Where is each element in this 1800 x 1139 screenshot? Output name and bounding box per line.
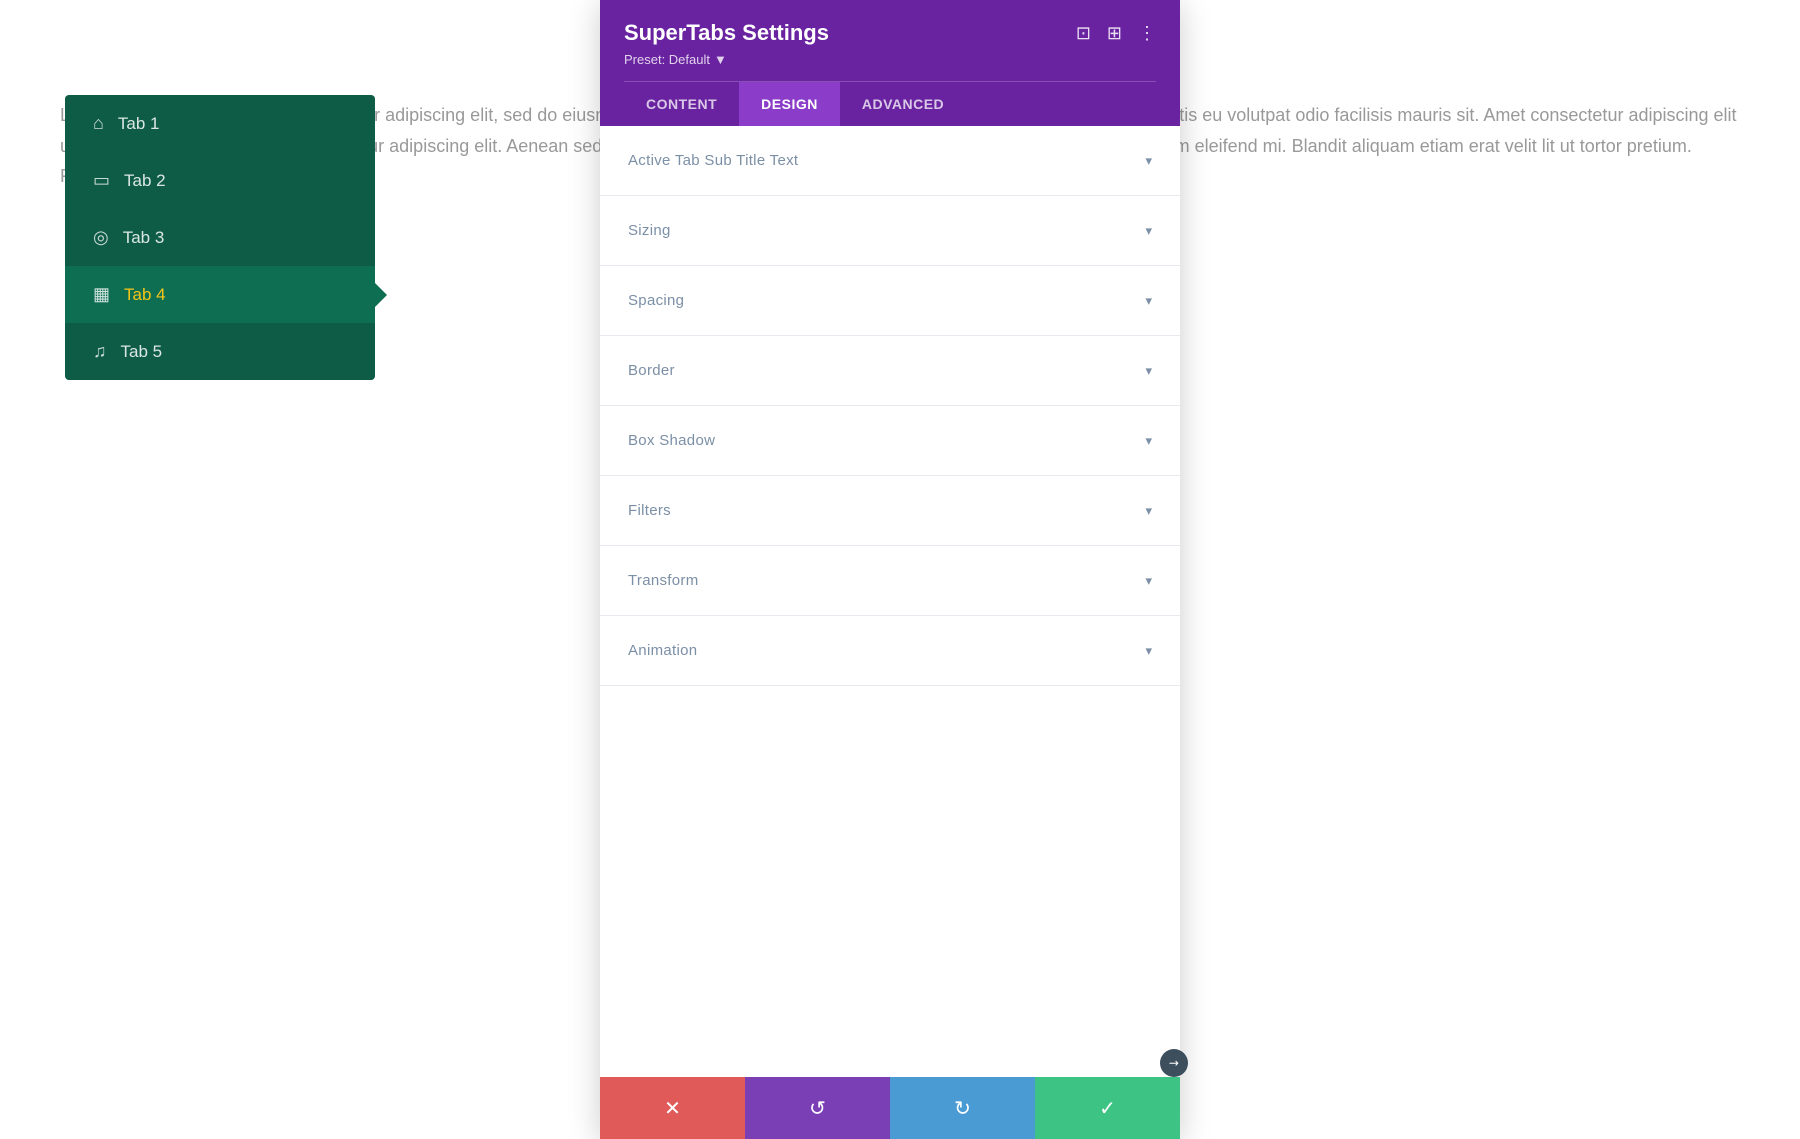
accordion-header-spacing[interactable]: Spacing ▾	[600, 266, 1180, 335]
undo-button[interactable]: ↺	[745, 1077, 890, 1139]
accordion-header-sizing[interactable]: Sizing ▾	[600, 196, 1180, 265]
accordion-label-sizing: Sizing	[628, 222, 671, 239]
layout-icon[interactable]: ⊞	[1107, 23, 1122, 44]
tab-design[interactable]: Design	[739, 82, 840, 126]
accordion-header-filters[interactable]: Filters ▾	[600, 476, 1180, 545]
accordion-animation: Animation ▾	[600, 616, 1180, 686]
save-icon: ✓	[1099, 1096, 1116, 1121]
accordion-label-spacing: Spacing	[628, 292, 684, 309]
accordion-box-shadow: Box Shadow ▾	[600, 406, 1180, 476]
panel-preset[interactable]: Preset: Default ▼	[624, 52, 1156, 67]
cancel-icon: ✕	[664, 1096, 681, 1121]
resize-handle[interactable]: ↗	[1160, 1049, 1188, 1077]
accordion-label-box-shadow: Box Shadow	[628, 432, 715, 449]
preset-label: Preset: Default	[624, 52, 710, 67]
accordion-header-active-tab-subtitle[interactable]: Active Tab Sub Title Text ▾	[600, 126, 1180, 195]
panel-content[interactable]: Active Tab Sub Title Text ▾ Sizing ▾ Spa…	[600, 126, 1180, 1077]
settings-panel: SuperTabs Settings ⊡ ⊞ ⋮ Preset: Default…	[600, 0, 1180, 1139]
panel-header: SuperTabs Settings ⊡ ⊞ ⋮ Preset: Default…	[600, 0, 1180, 126]
accordion-header-border[interactable]: Border ▾	[600, 336, 1180, 405]
music-icon: ♫	[93, 341, 107, 362]
accordion-filters: Filters ▾	[600, 476, 1180, 546]
chevron-down-icon-1: ▾	[1145, 223, 1152, 239]
panel-title: SuperTabs Settings	[624, 20, 829, 46]
tab-label-3: Tab 3	[123, 228, 165, 248]
redo-button[interactable]: ↻	[890, 1077, 1035, 1139]
panel-tabs: Content Design Advanced	[624, 81, 1156, 126]
home-icon: ⌂	[93, 113, 104, 134]
accordion-sizing: Sizing ▾	[600, 196, 1180, 266]
more-options-icon[interactable]: ⋮	[1138, 23, 1156, 44]
accordion-active-tab-subtitle: Active Tab Sub Title Text ▾	[600, 126, 1180, 196]
accordion-transform: Transform ▾	[600, 546, 1180, 616]
tab-label-2: Tab 2	[124, 171, 166, 191]
accordion-header-box-shadow[interactable]: Box Shadow ▾	[600, 406, 1180, 475]
tab-item-3[interactable]: ◎ Tab 3	[65, 209, 375, 266]
redo-icon: ↻	[954, 1096, 971, 1121]
tab-item-4[interactable]: ▦ Tab 4	[65, 266, 375, 323]
tab-item-2[interactable]: ▭ Tab 2	[65, 152, 375, 209]
accordion-spacing: Spacing ▾	[600, 266, 1180, 336]
responsive-icon[interactable]: ⊡	[1076, 23, 1091, 44]
tab-label-1: Tab 1	[118, 114, 160, 134]
chevron-down-icon-2: ▾	[1145, 293, 1152, 309]
tab-advanced[interactable]: Advanced	[840, 82, 966, 126]
chevron-down-icon-6: ▾	[1145, 573, 1152, 589]
tab-label-5: Tab 5	[121, 342, 163, 362]
tab-widget: ⌂ Tab 1 ▭ Tab 2 ◎ Tab 3 ▦ Tab 4 ♫ Tab 5	[65, 95, 375, 380]
camera-icon: ◎	[93, 227, 109, 248]
tab-item-1[interactable]: ⌂ Tab 1	[65, 95, 375, 152]
accordion-header-animation[interactable]: Animation ▾	[600, 616, 1180, 685]
cancel-button[interactable]: ✕	[600, 1077, 745, 1139]
undo-icon: ↺	[809, 1096, 826, 1121]
chevron-down-icon-5: ▾	[1145, 503, 1152, 519]
tab-content[interactable]: Content	[624, 82, 739, 126]
chevron-down-icon-0: ▾	[1145, 153, 1152, 169]
tab-label-4: Tab 4	[124, 285, 166, 305]
tab-item-5[interactable]: ♫ Tab 5	[65, 323, 375, 380]
panel-title-row: SuperTabs Settings ⊡ ⊞ ⋮	[624, 20, 1156, 46]
accordion-label-filters: Filters	[628, 502, 671, 519]
chevron-down-icon-3: ▾	[1145, 363, 1152, 379]
accordion-label-border: Border	[628, 362, 675, 379]
panel-header-icons: ⊡ ⊞ ⋮	[1076, 23, 1156, 44]
preset-arrow: ▼	[714, 52, 727, 67]
monitor-icon: ▭	[93, 170, 110, 191]
calendar-icon: ▦	[93, 284, 110, 305]
accordion-label-animation: Animation	[628, 642, 697, 659]
accordion-header-transform[interactable]: Transform ▾	[600, 546, 1180, 615]
accordion-label-transform: Transform	[628, 572, 699, 589]
save-button[interactable]: ✓	[1035, 1077, 1180, 1139]
resize-icon: ↗	[1165, 1054, 1182, 1071]
accordion-border: Border ▾	[600, 336, 1180, 406]
chevron-down-icon-7: ▾	[1145, 643, 1152, 659]
panel-footer: ✕ ↺ ↻ ✓	[600, 1077, 1180, 1139]
chevron-down-icon-4: ▾	[1145, 433, 1152, 449]
accordion-label-active-tab-subtitle: Active Tab Sub Title Text	[628, 152, 798, 169]
